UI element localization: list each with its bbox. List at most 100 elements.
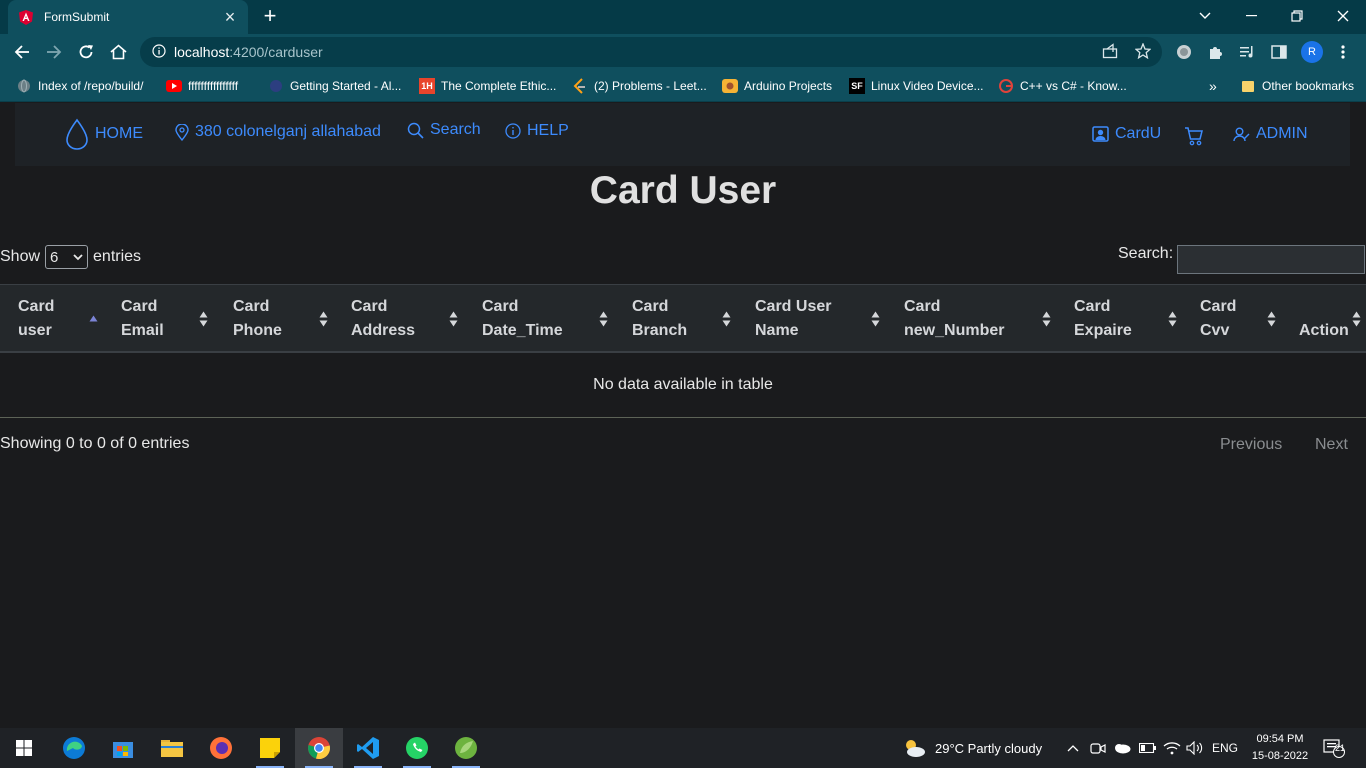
wifi-icon[interactable] xyxy=(1163,728,1181,768)
address-bar[interactable]: localhost:4200/carduser xyxy=(140,37,1162,67)
sf-icon: SF xyxy=(849,78,865,94)
browser-tab[interactable]: FormSubmit × xyxy=(8,0,248,34)
close-tab-icon[interactable]: × xyxy=(222,8,238,26)
table-search-input[interactable] xyxy=(1177,245,1365,274)
onedrive-cloud-icon[interactable] xyxy=(1113,728,1131,768)
sort-icon xyxy=(1168,285,1177,352)
home-icon[interactable] xyxy=(106,40,130,64)
volume-icon[interactable] xyxy=(1186,728,1204,768)
bookmark-item[interactable]: SF Linux Video Device... xyxy=(849,76,984,96)
notifications-icon[interactable]: 21 xyxy=(1323,728,1345,768)
globe-icon xyxy=(16,78,32,94)
restore-icon[interactable] xyxy=(1274,0,1320,32)
notification-count: 21 xyxy=(1334,743,1345,753)
user-card-icon xyxy=(1092,126,1109,142)
more-menu-icon[interactable] xyxy=(1333,42,1353,62)
table-search-label: Search: xyxy=(1118,245,1174,262)
other-bookmarks-folder[interactable]: Other bookmarks xyxy=(1240,76,1354,96)
chrome-icon[interactable] xyxy=(295,728,343,768)
angular-icon xyxy=(18,9,34,25)
close-window-icon[interactable] xyxy=(1320,0,1366,32)
page-title: Card User xyxy=(589,169,777,212)
sort-icon xyxy=(449,285,458,352)
youtube-icon xyxy=(166,78,182,94)
firefox-icon[interactable] xyxy=(197,728,245,768)
browser-toolbar: localhost:4200/carduser R xyxy=(0,34,1366,70)
column-header[interactable]: Card new_Number xyxy=(904,285,1004,352)
media-queue-icon[interactable] xyxy=(1237,42,1257,62)
site-info-icon[interactable] xyxy=(152,44,166,63)
file-explorer-icon[interactable] xyxy=(148,728,196,768)
leetcode-icon xyxy=(572,78,588,94)
battery-icon[interactable] xyxy=(1139,728,1157,768)
meet-now-icon[interactable] xyxy=(1090,728,1106,768)
extensions-puzzle-icon[interactable] xyxy=(1206,42,1226,62)
bookmark-item[interactable]: Getting Started - Al... xyxy=(268,76,401,96)
nav-cardu[interactable]: CardU xyxy=(1092,125,1161,143)
nav-home[interactable]: HOME xyxy=(65,118,143,150)
column-header[interactable]: Card Cvv xyxy=(1200,285,1236,352)
map-pin-icon xyxy=(175,123,189,141)
language-indicator[interactable]: ENG xyxy=(1212,728,1238,768)
weather-widget[interactable]: 29°C Partly cloudy xyxy=(902,728,1042,768)
vscode-icon[interactable] xyxy=(344,728,392,768)
column-header[interactable]: Card Address xyxy=(351,285,415,352)
bookmark-item[interactable]: Index of /repo/build/ xyxy=(16,76,143,96)
entries-select[interactable]: 6 xyxy=(45,245,89,269)
bookmark-item[interactable]: Arduino Projects xyxy=(722,76,832,96)
forward-arrow-icon[interactable] xyxy=(42,40,66,64)
tab-search-chevron-icon[interactable] xyxy=(1182,0,1228,32)
minimize-icon[interactable] xyxy=(1228,0,1274,32)
empty-table-row: No data available in table xyxy=(0,353,1366,418)
bookmark-item[interactable]: (2) Problems - Leet... xyxy=(572,76,707,96)
column-header[interactable]: Card Email xyxy=(121,285,164,352)
back-arrow-icon[interactable] xyxy=(10,40,34,64)
edureka-icon xyxy=(998,78,1014,94)
column-header[interactable]: Card Phone xyxy=(233,285,282,352)
column-header[interactable]: Card Expaire xyxy=(1074,285,1132,352)
share-icon[interactable] xyxy=(1102,43,1118,64)
cart-icon[interactable] xyxy=(1184,127,1210,146)
sort-icon xyxy=(199,285,208,352)
column-header[interactable]: Card user xyxy=(18,285,54,352)
previous-page-button[interactable]: Previous xyxy=(1220,436,1282,454)
sort-icon xyxy=(1042,285,1051,352)
sort-icon xyxy=(599,285,608,352)
edge-icon[interactable] xyxy=(50,728,98,768)
nav-admin[interactable]: ADMIN xyxy=(1233,125,1308,143)
reload-icon[interactable] xyxy=(74,40,98,64)
nav-location[interactable]: 380 colonelganj allahabad xyxy=(175,123,381,141)
bookmark-item[interactable]: 1H The Complete Ethic... xyxy=(419,76,556,96)
sort-icon xyxy=(1267,285,1276,352)
arduino-icon xyxy=(722,78,738,94)
url-text: localhost:4200/carduser xyxy=(174,44,323,60)
sticky-notes-icon[interactable] xyxy=(246,728,294,768)
column-header[interactable]: Card Date_Time xyxy=(482,285,563,352)
bookmark-star-icon[interactable] xyxy=(1134,42,1152,64)
nav-help[interactable]: HELP xyxy=(505,122,569,140)
bookmarks-bar: Index of /repo/build/ ffffffffffffffff G… xyxy=(0,70,1366,102)
extension-circle-icon[interactable] xyxy=(1174,42,1194,62)
windows-start-icon[interactable] xyxy=(0,728,48,768)
folder-icon xyxy=(1240,78,1256,94)
next-page-button[interactable]: Next xyxy=(1315,436,1348,454)
nav-search[interactable]: Search xyxy=(407,121,481,139)
page-icon xyxy=(268,78,284,94)
taskbar-clock[interactable]: 09:54 PM 15-08-2022 xyxy=(1240,731,1320,765)
show-hidden-icons-chevron-icon[interactable] xyxy=(1067,728,1079,768)
side-panel-icon[interactable] xyxy=(1269,42,1289,62)
profile-avatar[interactable]: R xyxy=(1301,41,1323,63)
entries-length-control: Show 6 entries xyxy=(0,245,141,269)
spring-tools-icon[interactable] xyxy=(442,728,490,768)
column-header[interactable]: Card User Name xyxy=(755,285,831,352)
table-header: Card user Card Email Card Phone Card Add… xyxy=(0,284,1366,353)
site-navbar: HOME 380 colonelganj allahabad Search HE… xyxy=(15,103,1350,166)
new-tab-button[interactable]: + xyxy=(258,5,282,29)
whatsapp-icon[interactable] xyxy=(393,728,441,768)
bookmarks-overflow-button[interactable]: » xyxy=(1209,76,1217,96)
bookmark-item[interactable]: C++ vs C# - Know... xyxy=(998,76,1127,96)
browser-tab-strip: FormSubmit × + xyxy=(0,0,1366,34)
bookmark-item[interactable]: ffffffffffffffff xyxy=(166,76,238,96)
store-icon[interactable] xyxy=(99,728,147,768)
column-header[interactable]: Card Branch xyxy=(632,285,687,352)
